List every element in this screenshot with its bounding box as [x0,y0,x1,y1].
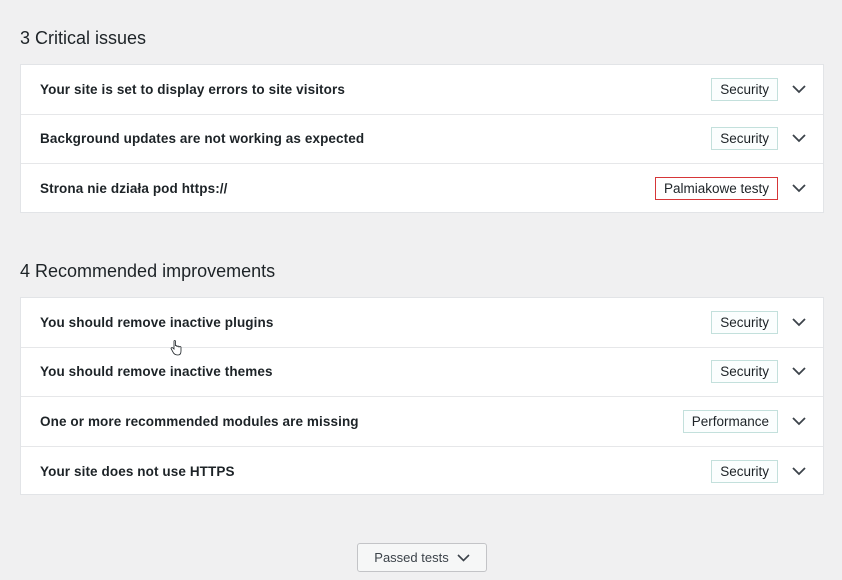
passed-tests-label: Passed tests [374,550,449,565]
site-health-status-page: 3 Critical issues Your site is set to di… [0,0,842,580]
issue-title: You should remove inactive plugins [40,314,274,330]
hand-cursor-icon [170,340,182,356]
issue-row[interactable]: Strona nie działa pod https:// Palmiakow… [21,164,823,214]
issue-row[interactable]: Your site is set to display errors to si… [21,65,823,115]
issue-row[interactable]: Background updates are not working as ex… [21,115,823,164]
issue-row[interactable]: Your site does not use HTTPS Security [21,447,823,497]
chevron-down-icon[interactable] [791,364,807,380]
issue-row[interactable]: You should remove inactive plugins Secur… [21,298,823,348]
recommended-improvements-heading: 4 Recommended improvements [20,261,276,281]
passed-tests-button[interactable]: Passed tests [357,543,487,572]
chevron-down-icon [457,550,470,565]
issue-badge: Security [711,127,778,151]
issue-badge: Security [711,360,778,384]
issue-badge: Security [711,310,778,334]
chevron-down-icon[interactable] [791,81,807,97]
recommended-improvements-panel: You should remove inactive plugins Secur… [20,297,824,495]
issue-title: One or more recommended modules are miss… [40,413,359,429]
issue-title: Your site is set to display errors to si… [40,81,345,97]
issue-row[interactable]: One or more recommended modules are miss… [21,397,823,447]
critical-issues-heading: 3 Critical issues [20,28,147,48]
issue-title: Background updates are not working as ex… [40,131,365,147]
issue-row[interactable]: You should remove inactive themes Securi… [21,348,823,397]
issue-badge: Security [711,459,778,483]
critical-issues-panel: Your site is set to display errors to si… [20,64,824,213]
chevron-down-icon[interactable] [791,181,807,197]
chevron-down-icon[interactable] [791,131,807,147]
issue-title: You should remove inactive themes [40,364,273,380]
issue-title: Strona nie działa pod https:// [40,181,228,197]
chevron-down-icon[interactable] [791,314,807,330]
issue-badge: Palmiakowe testy [654,177,778,201]
chevron-down-icon[interactable] [791,463,807,479]
chevron-down-icon[interactable] [791,413,807,429]
issue-badge: Performance [682,409,778,433]
issue-title: Your site does not use HTTPS [40,463,235,479]
issue-badge: Security [711,77,778,101]
